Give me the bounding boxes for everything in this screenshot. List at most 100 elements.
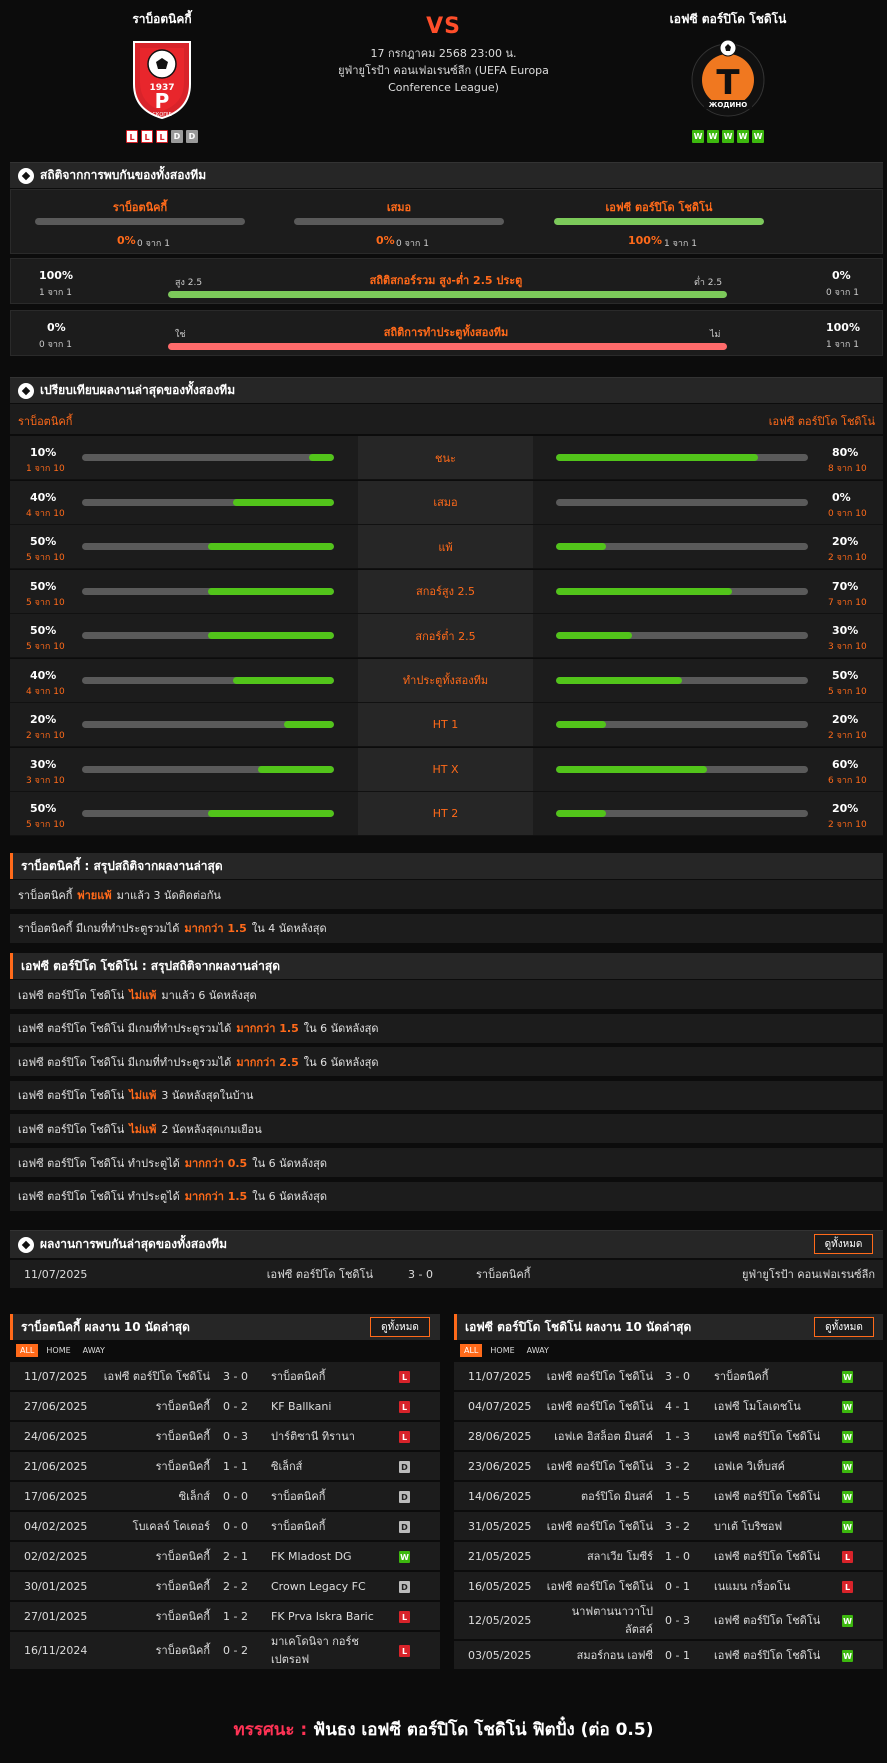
table-row[interactable]: 23/06/2025 เอฟซี ตอร์ปิโด โชดิโน่ 3 - 2 เอฟ… bbox=[454, 1452, 883, 1481]
match-date: 21/05/2025 bbox=[468, 1549, 532, 1563]
h2h-item-pct: 0% bbox=[376, 234, 395, 247]
football-icon bbox=[18, 167, 34, 184]
compare-home-bar bbox=[82, 810, 334, 817]
table-row[interactable]: 21/06/2025 ราบ็อตนิคกี้ 1 - 1 ซิเล็กส์ D bbox=[10, 1452, 440, 1481]
match-score: 4 - 1 bbox=[665, 1399, 690, 1413]
tab-home[interactable]: HOME bbox=[42, 1344, 74, 1357]
compare-home-bar-fill bbox=[308, 454, 334, 461]
form-badge: W bbox=[692, 130, 704, 143]
match-home-name: ราบ็อตนิคกี้ bbox=[155, 1644, 210, 1657]
match-away: ราบ็อตนิคกี้ bbox=[271, 1362, 325, 1390]
home-last10-view-all-button[interactable]: ดูทั้งหมด bbox=[370, 1317, 430, 1337]
h2h-view-all-button[interactable]: ดูทั้งหมด bbox=[814, 1234, 873, 1254]
compare-away-bar-fill bbox=[556, 543, 607, 550]
home-summary-header: ราบ็อตนิคกี้ : สรุปสถิติจากผลงานล่าสุด bbox=[10, 853, 883, 879]
match-date: 04/02/2025 bbox=[24, 1519, 88, 1533]
table-row[interactable]: 02/02/2025 ราบ็อตนิคกี้ 2 - 1 FK Mladost DG… bbox=[10, 1542, 440, 1571]
match-score: 1 - 5 bbox=[665, 1489, 690, 1503]
match-away: เนแมน กร็อดโน bbox=[714, 1572, 790, 1600]
match-away-name: ราบ็อตนิคกี้ bbox=[271, 1519, 326, 1533]
btts-left-pct: 0% bbox=[47, 321, 66, 334]
match-score: 0 - 1 bbox=[665, 1579, 690, 1593]
ou-left-label: สูง 2.5 bbox=[175, 278, 203, 288]
ou-right-label: ต่ำ 2.5 bbox=[694, 278, 723, 288]
h2h-stats-title: สถิติจากการพบกันของทั้งสองทีม bbox=[40, 168, 207, 182]
match-date: 27/01/2025 bbox=[24, 1609, 88, 1623]
h2h-item-bar-fill bbox=[554, 218, 764, 225]
tab-all[interactable]: ALL bbox=[16, 1344, 39, 1357]
summary-row: เอฟซี ตอร์ปิโด โชดิโน่ ไม่แพ้ 2 นัดหลังสุด… bbox=[10, 1114, 883, 1145]
match-score: 3 - 2 bbox=[665, 1519, 690, 1533]
table-row[interactable]: 31/05/2025 เอฟซี ตอร์ปิโด โชดิโน่ 3 - 2 บาเ… bbox=[454, 1512, 883, 1541]
tab-all[interactable]: ALL bbox=[460, 1344, 483, 1357]
summary-prefix: เอฟซี ตอร์ปิโด โชดิโน่ bbox=[18, 988, 125, 1002]
tab-away[interactable]: AWAY bbox=[79, 1344, 109, 1357]
home-logo-city: СКОПЈЕ bbox=[152, 112, 171, 118]
away-last10-view-all-button[interactable]: ดูทั้งหมด bbox=[814, 1317, 874, 1337]
match-date: 11/07/2025 bbox=[24, 1369, 88, 1383]
table-row[interactable]: 21/05/2025 สลาเวีย โมซีร์ 1 - 0 เอฟซี ตอร์ป… bbox=[454, 1542, 883, 1571]
table-row[interactable]: 12/05/2025 นาฟตานนาวาโป ลัตสค์ 0 - 3 เอฟซี ต… bbox=[454, 1602, 883, 1640]
result-badge: L bbox=[842, 1551, 853, 1563]
result-badge: W bbox=[842, 1371, 853, 1383]
h2h-item-label: ราบ็อตนิคกี้ bbox=[112, 201, 168, 214]
table-row[interactable]: 11/07/2025 เอฟซี ตอร์ปิโด โชดิโน่ 3 - 0 ราบ… bbox=[10, 1362, 440, 1391]
match-away: บาเต้ โบริซอฟ bbox=[714, 1512, 782, 1540]
table-row[interactable]: 11/07/2025 เอฟซี ตอร์ปิโด โชดิโน่ 3 - 0 ราบ… bbox=[10, 1260, 883, 1289]
vs-label: VS bbox=[426, 14, 461, 39]
match-away-name-cont: เปตรอฟ bbox=[271, 1653, 310, 1667]
result-badge: W bbox=[842, 1401, 853, 1413]
table-row[interactable]: 04/07/2025 เอฟซี ตอร์ปิโด โชดิโน่ 4 - 1 เอฟ… bbox=[454, 1392, 883, 1421]
summary-highlight: ไม่แพ้ bbox=[129, 1089, 157, 1103]
summary-prefix: เอฟซี ตอร์ปิโด โชดิโน่ มีเกมที่ทำประตูรว… bbox=[18, 1022, 232, 1036]
match-home-name: ราบ็อตนิคกี้ bbox=[155, 1549, 210, 1563]
table-row[interactable]: 16/05/2025 เอฟซี ตอร์ปิโด โชดิโน่ 0 - 1 เนแ… bbox=[454, 1572, 883, 1601]
table-row[interactable]: 27/01/2025 ราบ็อตนิคกี้ 1 - 2 FK Prva Iskra… bbox=[10, 1602, 440, 1631]
match-home: เอฟซี ตอร์ปิโด โชดิโน่ bbox=[547, 1512, 653, 1540]
table-row[interactable]: 04/02/2025 โบเคลจ์ โคเตอร์ 0 - 0 ราบ็อตนิคก… bbox=[10, 1512, 440, 1541]
compare-metric-label: HT X bbox=[358, 747, 533, 791]
compare-metric-label: แพ้ bbox=[358, 525, 533, 568]
table-row[interactable]: 24/06/2025 ราบ็อตนิคกี้ 0 - 3 ปาร์ติซานี ทิ… bbox=[10, 1422, 440, 1451]
summary-highlight: มากกว่า 2.5 bbox=[236, 1055, 299, 1069]
summary-row: เอฟซี ตอร์ปิโด โชดิโน่ ไม่แพ้ มาแล้ว 6 นัด… bbox=[10, 980, 883, 1010]
table-row[interactable]: 16/11/2024 ราบ็อตนิคกี้ 0 - 2 มาเคโดนิจา กอ… bbox=[10, 1632, 440, 1670]
tab-home[interactable]: HOME bbox=[486, 1344, 518, 1357]
table-row[interactable]: 14/06/2025 ตอร์ปิโด มินสค์ 1 - 5 เอฟซี ตอร์… bbox=[454, 1482, 883, 1511]
btts-right-sub: 1 จาก 1 bbox=[826, 340, 859, 350]
match-away-name: Crown Legacy FC bbox=[271, 1579, 366, 1593]
compare-row: 20% 2 จาก 10 HT 1 20% 2 จาก 10 bbox=[10, 703, 883, 747]
match-away: Crown Legacy FC bbox=[271, 1572, 366, 1600]
summary-prefix: เอฟซี ตอร์ปิโด โชดิโน่ มีเกมที่ทำประตูรว… bbox=[18, 1055, 232, 1069]
result-badge: D bbox=[399, 1491, 410, 1503]
compare-header: เปรียบเทียบผลงานล่าสุดของทั้งสองทีม bbox=[10, 377, 883, 403]
table-row[interactable]: 27/06/2025 ราบ็อตนิคกี้ 0 - 2 KF Ballkani L bbox=[10, 1392, 440, 1421]
summary-row: เอฟซี ตอร์ปิโด โชดิโน่ มีเกมที่ทำประตูรว… bbox=[10, 1047, 883, 1078]
table-row[interactable]: 17/06/2025 ซิเล็กส์ 0 - 0 ราบ็อตนิคกี้ D bbox=[10, 1482, 440, 1511]
match-date: 04/07/2025 bbox=[468, 1399, 532, 1413]
away-team[interactable]: เอฟซี ตอร์ปิโด โชดิโน่ Т ЖОДИНО WWWWW bbox=[628, 10, 828, 143]
compare-home-sub: 5 จาก 10 bbox=[26, 597, 65, 608]
table-row[interactable]: 28/06/2025 เอฟเค อิสล็อต มินสค์ 1 - 3 เอฟซี… bbox=[454, 1422, 883, 1451]
match-score: 3 - 0 bbox=[408, 1267, 433, 1281]
match-away: KF Ballkani bbox=[271, 1392, 331, 1420]
h2h-ou-box: 100% 1 จาก 1 สูง 2.5 สถิติสกอร์รวม สูง-ต… bbox=[10, 258, 883, 304]
tab-away[interactable]: AWAY bbox=[523, 1344, 553, 1357]
summary-prefix: เอฟซี ตอร์ปิโด โชดิโน่ bbox=[18, 1089, 125, 1103]
table-row[interactable]: 03/05/2025 สมอร์กอน เอฟซี 0 - 1 เอฟซี ตอร์ป… bbox=[454, 1641, 883, 1670]
h2h-btts-box: 0% 0 จาก 1 ใช่ สถิติการทำประตูทั้งสองทีม… bbox=[10, 310, 883, 356]
match-league: ยูฟ่ายูโรป้า คอนเฟอเรนซ์ลีก (UEFA Europa bbox=[338, 64, 549, 77]
table-row[interactable]: 11/07/2025 เอฟซี ตอร์ปิโด โชดิโน่ 3 - 0 ราบ… bbox=[454, 1362, 883, 1391]
h2h-item-label: เอฟซี ตอร์ปิโด โชดิโน่ bbox=[605, 201, 713, 214]
home-team[interactable]: ราบ็อตนิคกี้ 1937 Р СКОПЈЕ LLLDD bbox=[62, 10, 262, 143]
match-home: ราบ็อตนิคกี้ bbox=[156, 1452, 210, 1480]
table-row[interactable]: 30/01/2025 ราบ็อตนิคกี้ 2 - 2 Crown Legacy … bbox=[10, 1572, 440, 1601]
match-away: เอฟซี โมโลเดชโน bbox=[714, 1392, 801, 1420]
h2h-item: ราบ็อตนิคกี้ 0% 0 จาก 1 bbox=[35, 190, 245, 254]
match-away: เอฟเค วิเท็บสค์ bbox=[714, 1452, 785, 1480]
summary-highlight: พ่ายแพ้ bbox=[77, 888, 112, 902]
summary-row: เอฟซี ตอร์ปิโด โชดิโน่ ทำประตูได้ มากกว่า… bbox=[10, 1181, 883, 1212]
h2h-result-box: ราบ็อตนิคกี้ 0% 0 จาก 1 เสมอ 0% 0 จาก 1 เอฟซี … bbox=[10, 189, 883, 254]
match-away-name: เอฟซี ตอร์ปิโด โชดิโน่ bbox=[714, 1614, 821, 1627]
summary-highlight: ไม่แพ้ bbox=[129, 988, 157, 1002]
